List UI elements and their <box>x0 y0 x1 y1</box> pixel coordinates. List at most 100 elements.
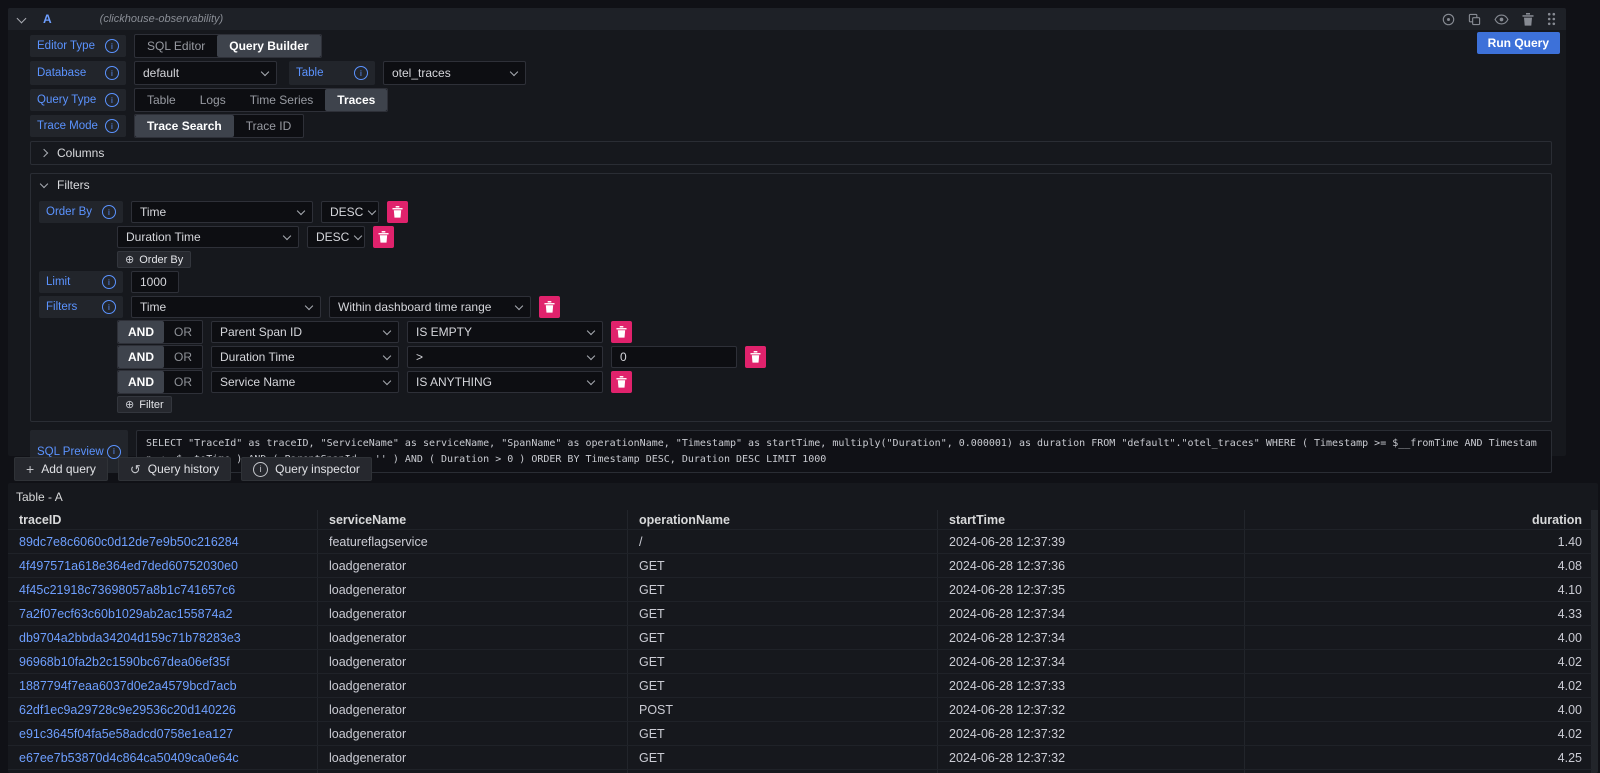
chevron-down-icon <box>283 232 291 240</box>
trace-mode-option-id[interactable]: Trace ID <box>234 115 304 137</box>
add-order-by-button[interactable]: ⊕ Order By <box>117 251 191 268</box>
database-select[interactable]: default <box>134 61 277 85</box>
panel-title[interactable]: Table - A <box>8 483 1598 510</box>
trace-id-link[interactable]: 89dc7e8c6060c0d12de7e9b50c216284 <box>19 535 239 549</box>
order-by-2-direction-select[interactable]: DESC <box>307 226 365 248</box>
trace-id-cell: 96968b10fa2b2c1590bc67dea06ef35f <box>8 650 318 673</box>
editor-type-option-builder[interactable]: Query Builder <box>217 35 320 57</box>
operation-name-cell: POST <box>628 698 938 721</box>
remove-order-by-2-button[interactable] <box>373 226 394 248</box>
condition-3-operator-select[interactable]: IS ANYTHING <box>407 371 603 393</box>
trace-mode-switch: Trace Search Trace ID <box>134 114 304 138</box>
table-row: 1887794f7eaa6037d0e2a4579bcd7acb loadgen… <box>8 673 1592 697</box>
help-icon[interactable] <box>1442 13 1455 26</box>
editor-type-row: Editor Type i SQL Editor Query Builder <box>30 35 1552 57</box>
table-scrollbar[interactable] <box>1592 510 1598 773</box>
or-option[interactable]: OR <box>164 346 202 368</box>
and-option[interactable]: AND <box>118 321 164 343</box>
add-filter-button[interactable]: ⊕ Filter <box>117 396 172 413</box>
or-option[interactable]: OR <box>164 321 202 343</box>
trace-id-link[interactable]: 62df1ec9a29728c9e29536c20d140226 <box>19 703 236 717</box>
table-label: Table i <box>289 61 375 85</box>
trace-id-link[interactable]: db9704a2bbda34204d159c71b78283e3 <box>19 631 241 645</box>
and-option[interactable]: AND <box>118 371 164 393</box>
operation-name-cell: GET <box>628 578 938 601</box>
and-option[interactable]: AND <box>118 346 164 368</box>
drag-handle-icon[interactable] <box>1547 12 1556 26</box>
and-or-toggle-3: AND OR <box>117 370 203 394</box>
duration-cell: 4.02 <box>1245 650 1592 673</box>
table-row: db9704a2bbda34204d159c71b78283e3 loadgen… <box>8 625 1592 649</box>
query-type-option-logs[interactable]: Logs <box>188 89 238 111</box>
remove-condition-1-button[interactable] <box>611 321 632 343</box>
info-icon[interactable]: i <box>105 66 119 80</box>
info-icon[interactable]: i <box>102 300 116 314</box>
condition-1-operator-select[interactable]: IS EMPTY <box>407 321 603 343</box>
editor-type-option-sql[interactable]: SQL Editor <box>135 35 217 57</box>
trace-id-link[interactable]: 7a2f07ecf63c60b1029ab2ac155874a2 <box>19 607 232 621</box>
condition-2-operator-select[interactable]: > <box>407 346 603 368</box>
limit-input[interactable] <box>131 271 179 293</box>
trace-id-link[interactable]: 4f497571a618e364ed7ded60752030e0 <box>19 559 238 573</box>
column-header-duration[interactable]: duration <box>1245 510 1592 529</box>
remove-order-by-1-button[interactable] <box>387 201 408 223</box>
add-query-button[interactable]: + Add query <box>14 457 108 481</box>
info-icon[interactable]: i <box>105 39 119 53</box>
collapse-chevron-icon[interactable] <box>17 13 27 23</box>
duplicate-icon[interactable] <box>1468 13 1481 26</box>
time-filter-operator-select[interactable]: Within dashboard time range <box>329 296 531 318</box>
table-row: 4f497571a618e364ed7ded60752030e0 loadgen… <box>8 553 1592 577</box>
column-header-traceid[interactable]: traceID <box>8 510 318 529</box>
columns-section-header[interactable]: Columns <box>31 142 1551 164</box>
eye-icon[interactable] <box>1494 14 1509 25</box>
query-type-option-traces[interactable]: Traces <box>325 89 387 111</box>
query-type-option-timeseries[interactable]: Time Series <box>238 89 326 111</box>
query-inspector-button[interactable]: i Query inspector <box>241 457 372 481</box>
trace-id-link[interactable]: 96968b10fa2b2c1590bc67dea06ef35f <box>19 655 230 669</box>
table-select[interactable]: otel_traces <box>383 61 526 85</box>
order-by-2-field-select[interactable]: Duration Time <box>117 226 299 248</box>
duration-cell: 4.00 <box>1245 698 1592 721</box>
trash-icon[interactable] <box>1522 13 1534 26</box>
query-type-option-table[interactable]: Table <box>135 89 188 111</box>
or-option[interactable]: OR <box>164 371 202 393</box>
order-by-1-field-select[interactable]: Time <box>131 201 313 223</box>
remove-time-filter-button[interactable] <box>539 296 560 318</box>
condition-3-field-select[interactable]: Service Name <box>211 371 399 393</box>
info-icon[interactable]: i <box>105 119 119 133</box>
trace-id-link[interactable]: 1887794f7eaa6037d0e2a4579bcd7acb <box>19 679 237 693</box>
table-row: 96968b10fa2b2c1590bc67dea06ef35f loadgen… <box>8 649 1592 673</box>
info-icon[interactable]: i <box>105 93 119 107</box>
order-by-add-row: ⊕ Order By <box>39 251 1543 268</box>
info-icon[interactable]: i <box>102 275 116 289</box>
condition-3-operator-value: IS ANYTHING <box>416 375 492 389</box>
label-spacer <box>39 321 109 343</box>
trace-id-link[interactable]: 4f45c21918c73698057a8b1c741657c6 <box>19 583 235 597</box>
column-header-servicename[interactable]: serviceName <box>318 510 628 529</box>
label-spacer <box>39 226 109 248</box>
query-history-button[interactable]: ↺ Query history <box>118 457 231 481</box>
datasource-name: (clickhouse-observability) <box>100 13 224 25</box>
query-row-header[interactable]: A (clickhouse-observability) <box>8 8 1566 30</box>
limit-row: Limit i <box>39 271 1543 293</box>
table-row: 89dc7e8c6060c0d12de7e9b50c216284 feature… <box>8 529 1592 553</box>
trace-id-cell: e91c3645f04fa5e58adcd0758e1ea127 <box>8 722 318 745</box>
filters-section: Filters Order By i Time <box>30 173 1552 422</box>
trace-mode-option-search[interactable]: Trace Search <box>135 115 234 137</box>
info-icon[interactable]: i <box>102 205 116 219</box>
filters-section-header[interactable]: Filters <box>31 174 1551 196</box>
info-icon[interactable]: i <box>354 66 368 80</box>
column-header-starttime[interactable]: startTime <box>938 510 1245 529</box>
condition-1-field-select[interactable]: Parent Span ID <box>211 321 399 343</box>
order-by-1-direction-select[interactable]: DESC <box>321 201 379 223</box>
trace-id-link[interactable]: e91c3645f04fa5e58adcd0758e1ea127 <box>19 727 233 741</box>
condition-2-field-select[interactable]: Duration Time <box>211 346 399 368</box>
order-by-2-field-value: Duration Time <box>126 230 201 244</box>
editor-type-switch: SQL Editor Query Builder <box>134 34 322 58</box>
column-header-operationname[interactable]: operationName <box>628 510 938 529</box>
remove-condition-2-button[interactable] <box>745 346 766 368</box>
trace-id-link[interactable]: e67ee7b53870d4c864ca50409ca0e64c <box>19 751 239 765</box>
condition-2-value-input[interactable] <box>611 346 737 368</box>
remove-condition-3-button[interactable] <box>611 371 632 393</box>
time-filter-field-select[interactable]: Time <box>131 296 321 318</box>
